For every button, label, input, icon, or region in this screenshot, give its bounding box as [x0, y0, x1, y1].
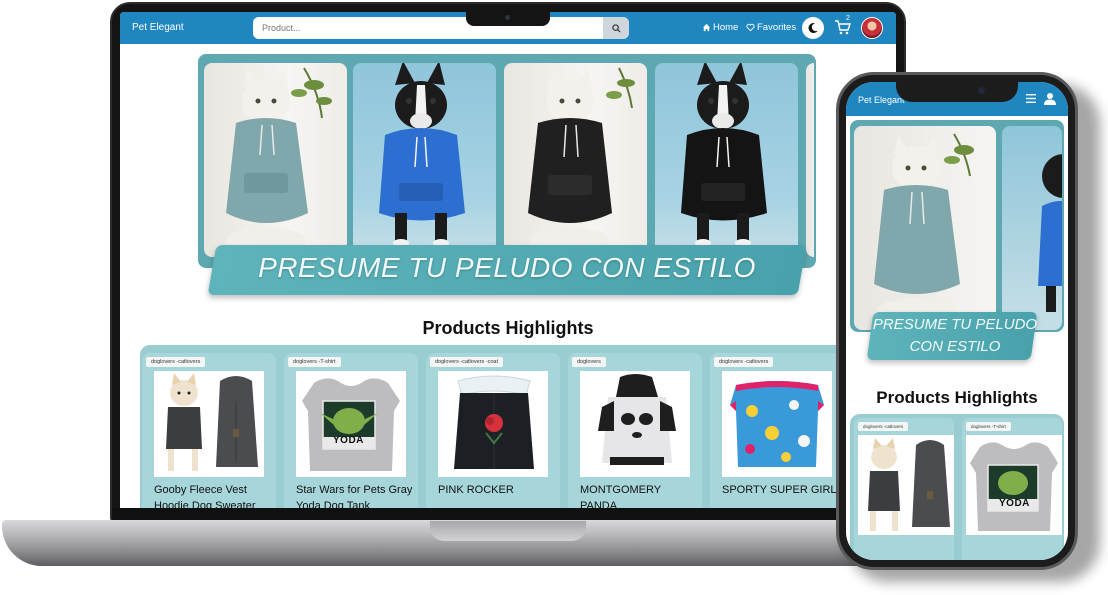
- nav-home-label: Home: [713, 22, 739, 33]
- heart-icon: [746, 23, 755, 32]
- mobile-product-image-yoda-tank[interactable]: YODA: [966, 435, 1062, 535]
- hero-banner: [198, 54, 816, 268]
- search-icon: [611, 23, 621, 33]
- cart-button[interactable]: 2: [834, 15, 854, 38]
- nav-favorites-link[interactable]: Favorites: [746, 22, 796, 33]
- product-name[interactable]: PINK ROCKER: [438, 482, 558, 498]
- nav-home-link[interactable]: Home: [702, 22, 738, 33]
- laptop-trackpad-groove: [430, 521, 586, 541]
- search-button[interactable]: [603, 17, 629, 39]
- mobile-screen: Pet Elegant PRESUME TU PELUDO CON ESTILO…: [846, 82, 1068, 560]
- mobile-banner-slide-cat[interactable]: [854, 126, 996, 330]
- desktop-screen: Pet Elegant Home Favorites: [120, 12, 896, 508]
- mobile-banner-slogan: PRESUME TU PELUDO CON ESTILO: [872, 316, 1038, 355]
- product-card[interactable]: doglovers -catlovers -coat PINK ROCKER: [426, 353, 560, 508]
- product-name[interactable]: SPORTY SUPER GIRL: [722, 482, 842, 498]
- banner-slide-cat-black-hoodie: [504, 63, 647, 257]
- product-card[interactable]: doglovers MONTGOMERY PANDA: [568, 353, 702, 508]
- nav-favorites-label: Favorites: [757, 22, 797, 33]
- product-tag: doglovers -catlovers: [146, 357, 206, 367]
- product-image-fleece-vest[interactable]: [154, 371, 264, 477]
- mobile-yoda-print-text: YODA: [999, 498, 1030, 509]
- product-name[interactable]: Star Wars for Pets Gray Yoda Dog Tank: [296, 482, 416, 508]
- user-avatar[interactable]: [861, 17, 883, 39]
- banner-slogan: PRESUME TU PELUDO CON ESTILO: [258, 252, 756, 283]
- product-name[interactable]: MONTGOMERY PANDA: [580, 482, 700, 508]
- product-tag: doglovers -T-shirt: [966, 422, 1011, 431]
- product-image-yoda-tank[interactable]: YODA: [296, 371, 406, 477]
- product-tag: doglovers -catlovers: [714, 357, 774, 367]
- search-input[interactable]: [253, 17, 603, 39]
- brand-logo[interactable]: Pet Elegant: [132, 22, 184, 33]
- mobile-product-image-fleece-vest[interactable]: [858, 435, 954, 535]
- product-image-pink-rocker[interactable]: [438, 371, 548, 477]
- section-title: Products Highlights: [422, 318, 594, 338]
- product-name[interactable]: Gooby Fleece Vest Hoodie Dog Sweater: [154, 482, 274, 508]
- home-icon: [702, 23, 711, 32]
- banner-slide-cat-teal-hoodie: [204, 63, 347, 257]
- product-tag: doglovers -catlovers: [858, 422, 909, 431]
- phone-notch: [896, 80, 1018, 102]
- banner-slide-dog-blue-hoodie: [353, 63, 496, 257]
- laptop-camera-notch: [466, 12, 550, 26]
- product-tag: doglovers -catlovers -coat: [430, 357, 503, 367]
- product-image-sporty-super-girl[interactable]: [722, 371, 832, 477]
- search-bar: [253, 17, 629, 39]
- mobile-product-card[interactable]: doglovers -catlovers: [854, 418, 954, 560]
- product-image-montgomery-panda[interactable]: [580, 371, 690, 477]
- product-card[interactable]: doglovers -catlovers SPORTY SUPER GIRL: [710, 353, 844, 508]
- banner-slide-partial: [806, 63, 814, 257]
- theme-toggle-button[interactable]: [802, 17, 824, 39]
- banner-slide-dog-black-hoodie: [655, 63, 798, 257]
- cart-count-badge: 2: [846, 15, 850, 22]
- mobile-brand-logo[interactable]: Pet Elegant: [858, 95, 905, 105]
- mobile-section-title: Products Highlights: [876, 388, 1038, 407]
- product-card[interactable]: doglovers -catlovers Gooby Fleece Vest H…: [142, 353, 276, 508]
- product-card[interactable]: doglovers -T-shirt YODA Star Wars for Pe…: [284, 353, 418, 508]
- user-icon[interactable]: [1044, 92, 1056, 105]
- mobile-banner-slide-dog-partial: [1002, 126, 1062, 330]
- mobile-product-card[interactable]: doglovers -T-shirt YODA: [962, 418, 1062, 560]
- moon-icon: [808, 22, 818, 33]
- hamburger-menu-icon[interactable]: [1026, 94, 1036, 103]
- banner-carousel[interactable]: [204, 63, 814, 257]
- product-tag: doglovers -T-shirt: [288, 357, 341, 367]
- yoda-print-text: YODA: [333, 435, 364, 446]
- product-tag: doglovers: [572, 357, 606, 367]
